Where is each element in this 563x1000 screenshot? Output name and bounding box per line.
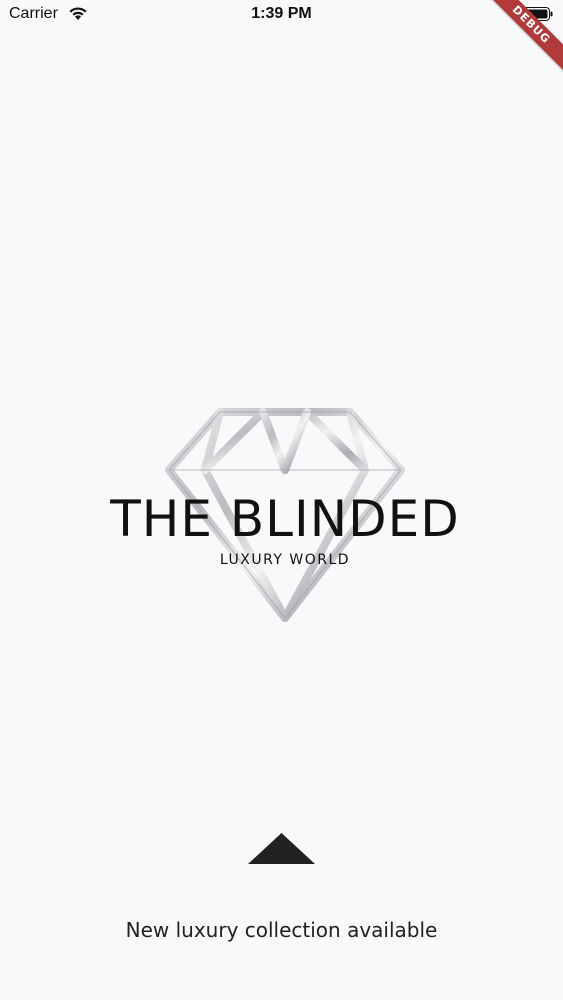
splash-screen: Carrier 1:39 PM DEBUG THE BLINDED LUXURY… <box>0 0 563 1000</box>
new-collection-text: New luxury collection available <box>125 918 438 942</box>
brand-title: THE BLINDED <box>110 490 460 548</box>
up-arrow-icon[interactable] <box>248 833 315 864</box>
brand-logo: THE BLINDED LUXURY WORLD <box>80 400 490 630</box>
status-bar: Carrier 1:39 PM <box>0 0 563 30</box>
brand-subtitle: LUXURY WORLD <box>219 552 351 568</box>
status-time: 1:39 PM <box>251 5 312 22</box>
